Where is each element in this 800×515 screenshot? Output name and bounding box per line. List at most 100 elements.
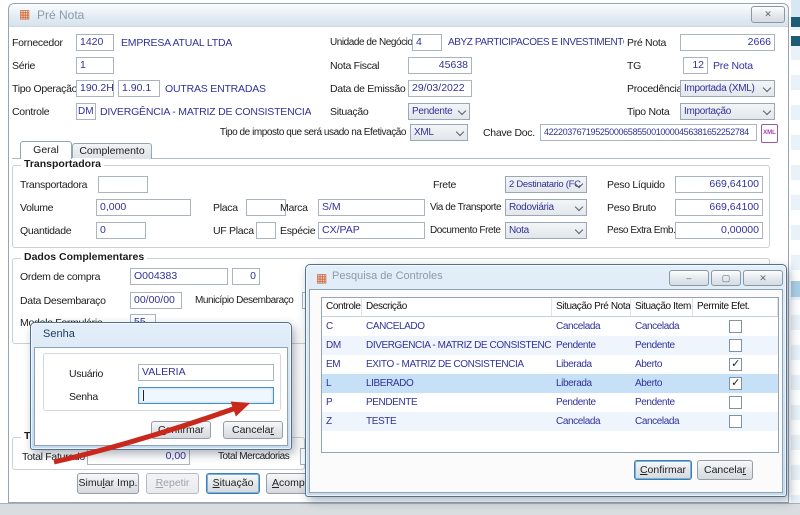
cancelar-button[interactable]: Cancelar [697,460,753,480]
confirmar-button[interactable]: Confirmar [634,460,692,480]
transportadora-group-label: Transportadora [21,158,104,170]
permite-efet-checkbox[interactable]: ✓ [729,377,742,390]
confirmar-button[interactable]: Confirmar [151,421,211,439]
peso-liquido-input[interactable]: 669,64100 [675,176,763,193]
close-icon[interactable]: ✕ [751,6,785,23]
controle-code-input[interactable]: DM [76,103,96,120]
marca-input[interactable]: S/M [318,199,425,216]
permite-efet-checkbox[interactable] [729,339,742,352]
chevron-down-icon [575,226,583,234]
simular-imp-button[interactable]: Simular Imp. [77,473,139,494]
situacao-label: Situação [330,106,368,118]
cell-situacao-item: Pendente [631,340,693,351]
minimize-icon[interactable]: – [669,270,709,286]
cell-situacao-pre-nota: Liberada [552,378,631,389]
permite-efet-checkbox[interactable] [729,415,742,428]
cell-controle: P [322,397,362,408]
pesquisa-controles-dialog: ▦ Pesquisa de Controles – ▢ ✕ Controle D… [305,264,787,497]
unidade-negocio-label: Unidade de Negócio [330,37,413,48]
maximize-icon[interactable]: ▢ [711,270,741,286]
chevron-down-icon [763,84,771,92]
especie-input[interactable]: CX/PAP [318,222,425,239]
situacao-select[interactable]: Pendente [408,103,470,120]
tipo-nota-select[interactable]: Importação [680,103,775,120]
title-bar[interactable]: ▦ Pré Nota ✕ [9,4,788,27]
cell-controle: Z [322,416,362,427]
fornecedor-code-input[interactable]: 1420 [76,34,114,51]
procedencia-select[interactable]: Importada (XML) [680,80,775,97]
situacao-button[interactable]: Situação [206,473,260,494]
table-row[interactable]: P PENDENTE Pendente Pendente [322,393,778,412]
uf-placa-input[interactable] [256,222,276,239]
documento-frete-select[interactable]: Nota [505,222,587,239]
volume-input[interactable]: 0,000 [96,199,191,216]
table-row[interactable]: EM EXITO - MATRIZ DE CONSISTENCIA Libera… [322,355,778,374]
tipo-operacao-code1-input[interactable]: 190.2H [76,80,114,97]
table-row[interactable]: C CANCELADO Cancelada Cancelada [322,317,778,336]
cell-permite-efet [693,339,778,352]
unidade-negocio-code-input[interactable]: 4 [412,34,442,51]
chevron-down-icon [458,107,466,115]
tipo-operacao-desc: OUTRAS ENTRADAS [165,83,266,95]
table-row[interactable]: L LIBERADO Liberada Aberto ✓ [322,374,778,393]
cell-situacao-item: Aberto [631,378,693,389]
col-permite-efet: Permite Efet. [693,298,778,316]
nota-fiscal-input[interactable]: 45638 [408,57,472,74]
ordem-compra-seq-input[interactable]: 0 [232,268,260,285]
permite-efet-checkbox[interactable] [729,320,742,333]
cell-descricao: DIVERGÊNCIA - MATRIZ DE CONSISTENCIA [362,340,552,351]
table-row[interactable]: Z TESTE Cancelada Cancelada [322,412,778,431]
peso-extra-input[interactable]: 0,00000 [675,222,763,239]
permite-efet-checkbox[interactable]: ✓ [729,358,742,371]
total-faturado-label: Total Faturado [22,451,85,463]
documento-frete-label: Documento Frete [430,225,501,236]
frete-value: 2 Destinatario (FC [509,179,581,190]
data-desembaraco-input[interactable]: 00/00/00 [130,292,182,309]
ordem-compra-input[interactable]: O004383 [130,268,228,285]
chave-doc-input[interactable]: 4222037671952500065855001000045638165225… [540,124,757,141]
tg-input[interactable]: 12 [683,57,708,74]
bg-band-highlight [791,281,800,297]
frete-select[interactable]: 2 Destinatario (FC [505,176,587,193]
window-title: Pré Nota [37,8,84,22]
close-icon[interactable]: ✕ [743,270,783,286]
usuario-label: Usuário [69,368,103,380]
peso-bruto-input[interactable]: 669,64100 [675,199,763,216]
cell-situacao-pre-nota: Pendente [552,397,631,408]
serie-input[interactable]: 1 [76,57,114,74]
tab-geral[interactable]: Geral [20,141,72,159]
uf-placa-label: UF Placa [213,225,254,237]
tab-complemento[interactable]: Complemento [72,143,152,159]
fornecedor-name: EMPRESA ATUAL LTDA [121,37,232,49]
data-emissao-input[interactable]: 29/03/2022 [408,80,472,97]
quantidade-input[interactable]: 0 [96,222,146,239]
controle-label: Controle [12,106,49,118]
via-transporte-select[interactable]: Rodoviária [505,199,587,216]
senha-input[interactable] [138,387,274,404]
total-faturado-input[interactable]: 0,00 [87,448,190,465]
tipo-imposto-select[interactable]: XML [410,124,468,141]
tg-desc: Pre Nota [713,60,753,72]
pre-nota-label: Pré Nota [627,37,666,49]
unidade-negocio-name: ABYZ PARTICIPACOES E INVESTIMENTOS L [448,37,624,48]
usuario-input[interactable]: VALERIA [138,364,274,381]
transportadora-input[interactable] [98,176,148,193]
cell-situacao-pre-nota: Pendente [552,340,631,351]
pre-nota-input[interactable]: 2666 [680,34,775,51]
cell-permite-efet: ✓ [693,377,778,390]
quantidade-label: Quantidade [20,225,71,237]
permite-efet-checkbox[interactable] [729,396,742,409]
repetir-button[interactable]: Repetir [146,473,199,494]
senha-label: Senha [69,391,98,403]
cell-controle: L [322,378,362,389]
dialog-title: Pesquisa de Controles [332,270,443,282]
tipo-operacao-code2-input[interactable]: 1.90.1 [118,80,160,97]
peso-bruto-label: Peso Bruto [607,202,656,214]
desktop-strip [0,503,800,515]
table-row[interactable]: DM DIVERGÊNCIA - MATRIZ DE CONSISTENCIA … [322,336,778,355]
xml-file-icon[interactable]: XML [761,124,778,143]
cancelar-button[interactable]: Cancelar [223,421,283,439]
cell-situacao-pre-nota: Liberada [552,359,631,370]
col-descricao: Descrição [362,298,552,316]
screen: ▦ Pré Nota ✕ Fornecedor 1420 EMPRESA ATU… [0,0,800,515]
